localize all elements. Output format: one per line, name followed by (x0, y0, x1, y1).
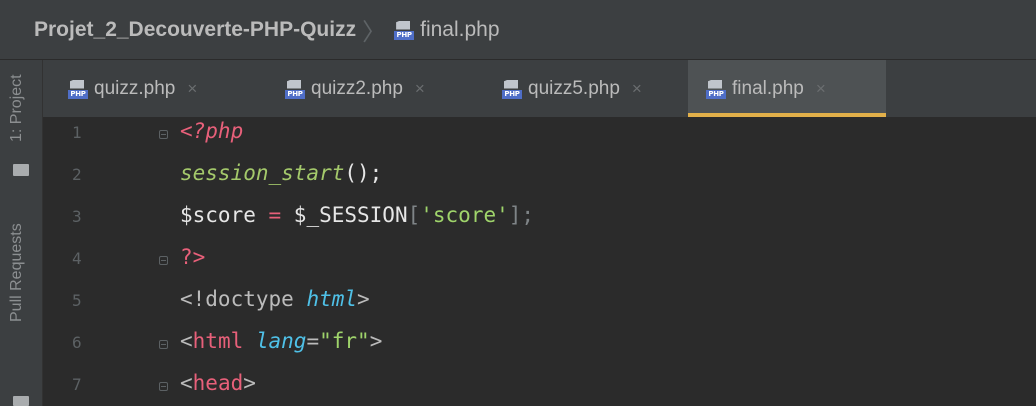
tab-label: quizz5.php (528, 77, 620, 99)
line-number: 2 (72, 165, 82, 184)
line-number: 1 (72, 123, 82, 142)
fold-icon[interactable] (159, 256, 168, 265)
folder-icon[interactable] (13, 164, 29, 176)
line-number: 5 (72, 291, 82, 310)
close-icon[interactable]: × (632, 79, 642, 99)
tab-label: quizz.php (94, 77, 176, 99)
php-file-icon: PHP (394, 20, 415, 40)
breadcrumb-file-label: final.php (420, 17, 500, 41)
close-icon[interactable]: × (816, 79, 826, 99)
line-number: 3 (72, 207, 82, 226)
code-line-4: ?> (180, 245, 206, 269)
editor-tabs: PHP quizz.php × PHP quizz2.php × PHP qui… (43, 60, 1036, 117)
project-tool-button[interactable]: 1: Project (8, 74, 26, 142)
tab-label: quizz2.php (311, 77, 403, 99)
close-icon[interactable]: × (187, 79, 197, 99)
line-number: 7 (72, 375, 82, 394)
breadcrumb: Projet_2_Decouverte-PHP-Quizz 〉 PHP fina… (0, 0, 1036, 60)
tab-label: final.php (732, 77, 804, 99)
close-icon[interactable]: × (415, 79, 425, 99)
line-number: 4 (72, 249, 82, 268)
fold-icon[interactable] (159, 382, 168, 391)
php-file-icon: PHP (68, 79, 88, 99)
fold-icon[interactable] (159, 130, 168, 139)
breadcrumb-project[interactable]: Projet_2_Decouverte-PHP-Quizz (34, 18, 356, 42)
pull-request-icon[interactable] (13, 396, 29, 406)
breadcrumb-file[interactable]: PHP final.php (394, 17, 500, 42)
line-number: 6 (72, 333, 82, 352)
tab-quizz5[interactable]: PHP quizz5.php × (477, 60, 688, 117)
php-file-icon: PHP (706, 79, 726, 99)
tab-quizz2[interactable]: PHP quizz2.php × (260, 60, 477, 117)
code-editor[interactable]: 1 2 3 4 5 6 7 <?php session_start(); $sc… (43, 117, 1036, 406)
breadcrumb-separator: 〉 (362, 19, 387, 46)
tool-window-strip: 1: Project Pull Requests (0, 60, 43, 406)
tab-quizz[interactable]: PHP quizz.php × (43, 60, 260, 117)
fold-icon[interactable] (159, 340, 168, 349)
php-file-icon: PHP (502, 79, 522, 99)
code-line-5: <!doctype html> (180, 287, 370, 311)
pull-requests-tool-button[interactable]: Pull Requests (8, 223, 26, 322)
code-line-3: $score = $_SESSION['score']; (180, 203, 535, 227)
tab-final[interactable]: PHP final.php × (688, 60, 886, 117)
code-line-2: session_start(); (180, 161, 383, 185)
php-file-icon: PHP (285, 79, 305, 99)
code-line-1: <?php (180, 119, 244, 143)
code-line-6: <html lang="fr"> (180, 329, 383, 353)
code-line-7: <head> (180, 371, 256, 395)
